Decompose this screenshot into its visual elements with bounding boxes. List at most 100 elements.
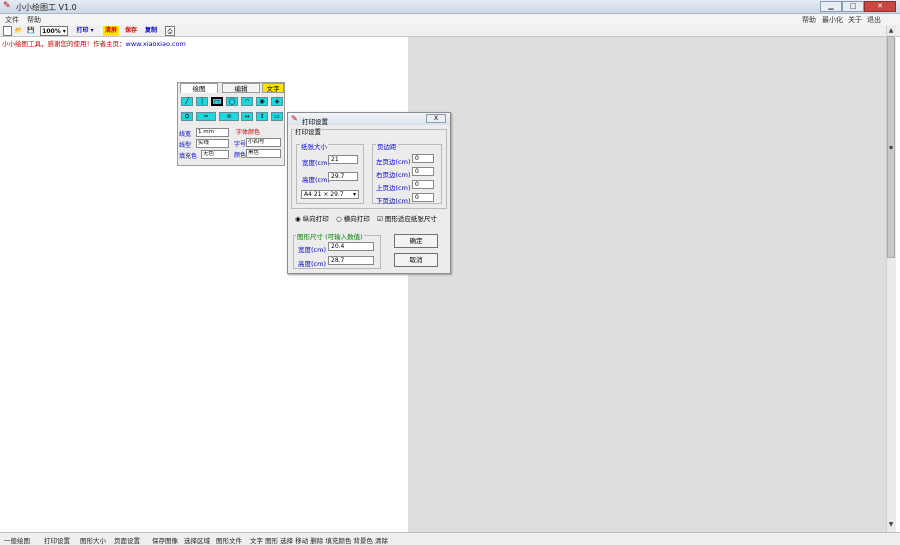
title-bar: ✎ 小小绘图工 V1.0 ▁ □ ✕ xyxy=(0,0,900,14)
graphic-height-label: 高度(cm) xyxy=(298,260,326,268)
status-item-1[interactable]: 一般绘图 xyxy=(4,535,30,545)
margin-left-label: 左页边(cm) xyxy=(376,158,411,166)
radio-landscape[interactable]: ○ 横向打印 xyxy=(336,213,370,223)
clear-button[interactable]: 清屏 xyxy=(103,26,119,36)
fit-paper-checkbox[interactable]: ☑ 图形适应纸张尺寸 xyxy=(377,213,437,223)
margin-right-label: 右页边(cm) xyxy=(376,171,411,179)
margin-bottom-label: 下页边(cm) xyxy=(376,197,411,205)
canvas-text-red: 小小绘图工具，感谢您的使用！作者主页： xyxy=(2,40,126,48)
vline-tool-icon[interactable]: │ xyxy=(196,97,208,106)
paper-size-value: A4 21 × 29.7 xyxy=(304,191,344,198)
margin-top-label: 上页边(cm) xyxy=(376,184,411,192)
status-item-8[interactable]: 文字 图形 选择 移动 删除 填充颜色 背景色 清除 xyxy=(250,535,388,545)
fill-color-select[interactable]: 无色 xyxy=(201,150,229,159)
print-settings-dialog: ✎ 打印设置 X 打印设置 纸张大小 宽度(cm) 21 高度(cm) 29.7… xyxy=(287,112,451,274)
menu-right-help[interactable]: 帮助 xyxy=(802,15,816,25)
ok-button[interactable]: 确定 xyxy=(394,234,438,248)
maximize-button[interactable]: □ xyxy=(842,1,864,12)
toolbar: 📂 💾 100% ▾ 打印 ▾ 清屏 保存 复制 ⎙ xyxy=(0,25,900,37)
line-tool-icon[interactable]: ╱ xyxy=(181,97,193,106)
print-settings-group-label: 打印设置 xyxy=(294,126,322,136)
dialog-close-button[interactable]: X xyxy=(426,114,446,123)
status-item-7[interactable]: 图形文件 xyxy=(216,535,242,545)
copy-button[interactable]: 复制 xyxy=(143,26,159,36)
status-item-5[interactable]: 保存图像 xyxy=(152,535,178,545)
margin-group-label: 页边距 xyxy=(376,141,398,151)
menu-bar: 文件 帮助 帮助 最小化 关于 退出 xyxy=(0,14,900,25)
mode-select[interactable]: 打印 ▾ xyxy=(73,26,97,36)
close-button[interactable]: ✕ xyxy=(864,1,896,12)
print-icon[interactable]: ⎙ xyxy=(165,26,175,36)
radio-portrait[interactable]: ◉ 纵向打印 xyxy=(295,213,329,223)
tab-draw[interactable]: 绘图 xyxy=(180,83,218,93)
wave2-tool-icon[interactable]: ≋ xyxy=(219,112,239,121)
tab-text[interactable]: 文字 xyxy=(262,83,284,93)
menu-file[interactable]: 文件 xyxy=(5,15,19,25)
circle-tool-icon[interactable]: ◯ xyxy=(226,97,238,106)
arc-tool-icon[interactable]: ◠ xyxy=(241,97,253,106)
dropdown-arrow-icon: ▾ xyxy=(352,191,356,198)
line-style-label: 线型 xyxy=(179,142,192,149)
width-label: 宽度(cm) xyxy=(302,159,330,167)
app-icon: ✎ xyxy=(3,1,11,11)
paper-size-label: 纸张大小 xyxy=(300,141,328,151)
scroll-mid-icon[interactable]: ▪ xyxy=(886,143,896,153)
status-item-4[interactable]: 页面设置 xyxy=(114,535,140,545)
rect-tool-icon[interactable]: □ xyxy=(211,97,223,106)
height-input[interactable]: 29.7 xyxy=(328,172,358,181)
graphic-size-label: 图形尺寸 (可输入数值) xyxy=(296,231,364,241)
save-file-icon[interactable]: 💾 xyxy=(26,26,36,36)
status-bar: 一般绘图 打印设置 图形大小 页面设置 保存图像 选择区域 图形文件 文字 图形… xyxy=(0,532,900,545)
mode-value: 打印 xyxy=(76,27,89,34)
menu-help[interactable]: 帮助 xyxy=(27,15,41,25)
font-color-label: 字体颜色 xyxy=(236,129,261,136)
radio-portrait-label: 纵向打印 xyxy=(302,215,329,223)
cancel-button[interactable]: 取消 xyxy=(394,253,438,267)
font-size-select[interactable]: 小四号 xyxy=(246,138,281,147)
minimize-button[interactable]: ▁ xyxy=(820,1,842,12)
dialog-title-bar: ✎ 打印设置 X xyxy=(288,113,450,126)
zoom-select[interactable]: 100% ▾ xyxy=(40,26,68,36)
gear-tool-icon[interactable]: ⛭ xyxy=(181,112,193,121)
menu-right-about[interactable]: 关于 xyxy=(848,15,862,25)
fill-tool-icon[interactable]: ◉ xyxy=(256,97,268,106)
status-item-3[interactable]: 图形大小 xyxy=(80,535,106,545)
fill-color-label: 填充色 xyxy=(179,153,198,160)
pattern-tool-icon[interactable]: ◈ xyxy=(271,97,283,106)
status-item-2[interactable]: 打印设置 xyxy=(44,535,70,545)
graphic-height-input[interactable]: 28.7 xyxy=(328,256,374,265)
scroll-up-icon[interactable]: ▲ xyxy=(886,26,896,36)
scroll-down-icon[interactable]: ▼ xyxy=(886,520,896,530)
margin-top-input[interactable]: 0 xyxy=(412,180,434,189)
margin-left-input[interactable]: 0 xyxy=(412,154,434,163)
new-file-icon[interactable] xyxy=(3,26,12,36)
margin-right-input[interactable]: 0 xyxy=(412,167,434,176)
tool-palette: 绘图 编辑 文字 ╱ │ □ ◯ ◠ ◉ ◈ ⛭ ≈ ≋ ↔ ↕ ▭ 线宽 1 … xyxy=(177,82,285,166)
window-title: 小小绘图工 V1.0 xyxy=(16,3,77,12)
margin-bottom-input[interactable]: 0 xyxy=(412,193,434,202)
line-width-select[interactable]: 1 mm xyxy=(196,128,229,137)
tab-edit[interactable]: 编辑 xyxy=(222,83,260,93)
height-label: 高度(cm) xyxy=(302,176,330,184)
save-button[interactable]: 保存 xyxy=(123,26,139,36)
text-color-select[interactable]: 黑色 xyxy=(246,149,281,158)
wave-tool-icon[interactable]: ≈ xyxy=(196,112,216,121)
graphic-width-input[interactable]: 20.4 xyxy=(328,242,374,251)
menu-right-exit[interactable]: 退出 xyxy=(867,15,881,25)
box-tool-icon[interactable]: ▭ xyxy=(271,112,283,121)
line-width-label: 线宽 xyxy=(179,131,192,138)
zoom-value: 100% xyxy=(42,28,61,35)
harrow-tool-icon[interactable]: ↔ xyxy=(241,112,253,121)
status-item-6[interactable]: 选择区域 xyxy=(184,535,210,545)
varrow-tool-icon[interactable]: ↕ xyxy=(256,112,268,121)
menu-right-min[interactable]: 最小化 xyxy=(822,15,843,25)
canvas-text: 小小绘图工具，感谢您的使用！作者主页：www.xiaoxiao.com xyxy=(2,38,186,48)
line-style-select[interactable]: 实线 xyxy=(196,139,229,148)
paper-size-select[interactable]: A4 21 × 29.7 ▾ xyxy=(301,190,359,199)
dialog-title: 打印设置 xyxy=(302,118,328,126)
graphic-width-label: 宽度(cm) xyxy=(298,246,326,254)
width-input[interactable]: 21 xyxy=(328,155,358,164)
canvas-text-link[interactable]: www.xiaoxiao.com xyxy=(126,40,186,48)
open-file-icon[interactable]: 📂 xyxy=(14,26,24,36)
fit-paper-label: 图形适应纸张尺寸 xyxy=(384,215,437,223)
